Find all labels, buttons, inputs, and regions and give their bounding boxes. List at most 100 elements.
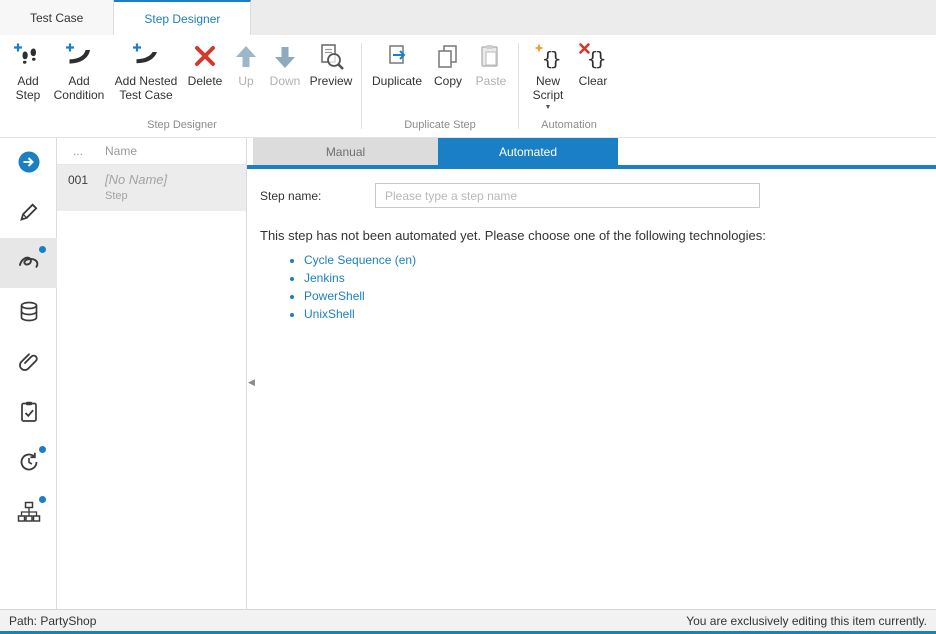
steps-badge	[39, 246, 46, 253]
add-condition-button[interactable]: Add Condition	[48, 40, 110, 105]
sidebar-item-tasks[interactable]	[0, 388, 57, 438]
ribbon-group-label-duplicate-step: Duplicate Step	[363, 117, 517, 137]
hierarchy-badge	[39, 496, 46, 503]
tab-test-case[interactable]: Test Case	[0, 0, 114, 35]
document-tabbar: Test Case Step Designer	[0, 0, 936, 35]
sidebar-item-history[interactable]	[0, 438, 57, 488]
step-name-field-label: Step name:	[260, 189, 375, 203]
tab-test-case-label: Test Case	[30, 11, 83, 25]
delete-icon	[190, 42, 220, 72]
technology-list-item: Cycle Sequence (en)	[304, 253, 922, 267]
paste-label: Paste	[476, 75, 507, 89]
ribbon-group-label-automation: Automation	[520, 117, 618, 137]
down-button[interactable]: Down	[264, 40, 306, 91]
add-nested-test-case-button[interactable]: Add Nested Test Case	[110, 40, 182, 105]
ribbon-group-label-step-designer: Step Designer	[4, 117, 360, 137]
new-script-dropdown-arrow[interactable]: ▼	[545, 104, 552, 111]
tab-step-designer[interactable]: Step Designer	[114, 0, 251, 35]
tab-automated[interactable]: Automated	[438, 138, 618, 165]
sidebar-item-hierarchy[interactable]	[0, 488, 57, 538]
duplicate-label: Duplicate	[372, 75, 422, 89]
technology-list-item: UnixShell	[304, 307, 922, 321]
up-label: Up	[238, 75, 253, 89]
up-button[interactable]: Up	[228, 40, 264, 91]
history-badge	[39, 446, 46, 453]
ribbon-group-duplicate-step: Duplicate Copy	[363, 35, 517, 137]
paperclip-icon	[17, 350, 41, 377]
step-list-row[interactable]: 001 [No Name] Step	[57, 165, 246, 211]
new-script-button[interactable]: { } New Script ▼	[524, 40, 572, 113]
step-name-input[interactable]	[375, 183, 760, 208]
technology-list-item: PowerShell	[304, 289, 922, 303]
technology-link-jenkins[interactable]: Jenkins	[304, 271, 345, 285]
status-path-text: Path: PartyShop	[9, 614, 96, 628]
delete-label: Delete	[188, 75, 223, 89]
step-list-panel: ... Name 001 [No Name] Step	[57, 138, 247, 609]
up-arrow-icon	[231, 42, 261, 72]
add-condition-icon	[64, 42, 94, 72]
mode-tabs: Manual Automated	[247, 138, 936, 165]
left-icon-sidebar	[0, 138, 57, 609]
technology-list-item: Jenkins	[304, 271, 922, 285]
add-nested-test-case-label: Add Nested Test Case	[111, 75, 181, 103]
clear-label: Clear	[579, 75, 608, 89]
navigate-icon	[17, 150, 41, 177]
tab-step-designer-label: Step Designer	[144, 12, 220, 26]
ribbon-group-automation: { } New Script ▼ { } Clear	[520, 35, 618, 137]
paste-button[interactable]: Paste	[469, 40, 513, 91]
clipboard-check-icon	[17, 400, 41, 427]
copy-button[interactable]: Copy	[427, 40, 469, 91]
step-type-text: Step	[105, 190, 246, 202]
duplicate-icon	[382, 42, 412, 72]
ribbon-divider	[518, 43, 519, 129]
technology-list: Cycle Sequence (en) Jenkins PowerShell U…	[288, 253, 922, 321]
step-name-text: [No Name]	[105, 172, 246, 187]
sidebar-item-attachments[interactable]	[0, 338, 57, 388]
clear-button[interactable]: { } Clear	[572, 40, 614, 91]
status-editing-message: You are exclusively editing this item cu…	[686, 614, 927, 628]
add-step-label: Add Step	[9, 75, 47, 103]
step-list-header: ... Name	[57, 138, 246, 165]
technology-link-cycle-sequence[interactable]: Cycle Sequence (en)	[304, 253, 416, 267]
collapse-panel-arrow[interactable]: ◀	[247, 376, 256, 389]
new-script-label: New Script	[525, 75, 571, 103]
tab-manual-label: Manual	[326, 145, 365, 159]
add-nested-test-case-icon	[131, 42, 161, 72]
database-icon	[17, 300, 41, 327]
technology-link-powershell[interactable]: PowerShell	[304, 289, 365, 303]
add-step-button[interactable]: Add Step	[8, 40, 48, 105]
step-number: 001	[57, 172, 99, 202]
paste-icon	[476, 42, 506, 72]
ribbon: Add Step Add Condition A	[0, 35, 936, 138]
sidebar-item-navigate[interactable]	[0, 138, 57, 188]
column-header-name[interactable]: Name	[99, 144, 246, 158]
edit-pencil-icon	[17, 200, 41, 227]
duplicate-button[interactable]: Duplicate	[367, 40, 427, 91]
technology-link-unixshell[interactable]: UnixShell	[304, 307, 355, 321]
tab-manual[interactable]: Manual	[253, 138, 438, 165]
preview-button[interactable]: Preview	[306, 40, 356, 91]
preview-icon	[316, 42, 346, 72]
sidebar-item-edit[interactable]	[0, 188, 57, 238]
column-header-menu[interactable]: ...	[57, 144, 99, 158]
history-icon	[17, 450, 41, 477]
new-script-icon: { }	[533, 42, 563, 72]
automation-message: This step has not been automated yet. Pl…	[260, 228, 922, 243]
add-step-icon	[13, 42, 43, 72]
preview-label: Preview	[310, 75, 353, 89]
down-label: Down	[270, 75, 301, 89]
hierarchy-icon	[17, 500, 41, 527]
copy-icon	[433, 42, 463, 72]
sidebar-item-data[interactable]	[0, 288, 57, 338]
delete-button[interactable]: Delete	[182, 40, 228, 91]
svg-text:}: }	[550, 48, 561, 70]
copy-label: Copy	[434, 75, 462, 89]
tab-automated-label: Automated	[499, 145, 557, 159]
svg-text:}: }	[595, 48, 606, 70]
steps-icon	[17, 250, 41, 277]
status-bar: Path: PartyShop You are exclusively edit…	[0, 609, 936, 631]
add-condition-label: Add Condition	[49, 75, 109, 103]
sidebar-item-steps[interactable]	[0, 238, 57, 288]
ribbon-divider	[361, 43, 362, 129]
step-editor-main: Manual Automated Step name: This step ha…	[247, 138, 936, 609]
